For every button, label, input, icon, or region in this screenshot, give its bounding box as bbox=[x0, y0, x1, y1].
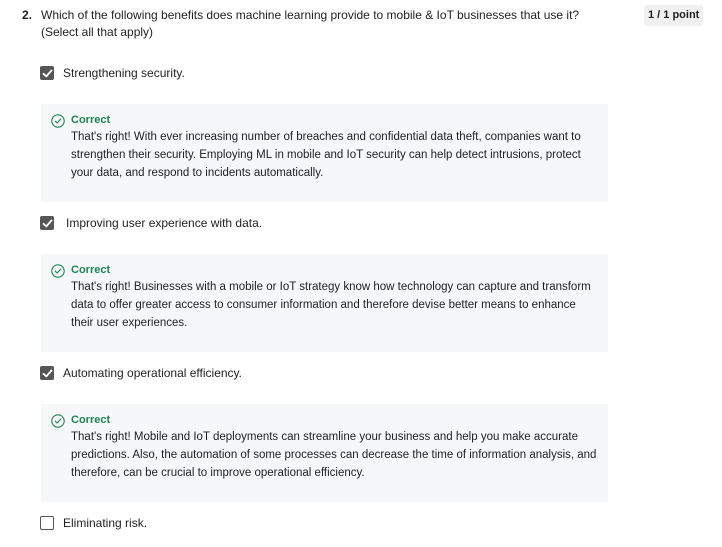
checkmark-icon bbox=[42, 219, 53, 228]
feedback-panel: Correct That's right! Mobile and IoT dep… bbox=[41, 404, 608, 502]
feedback-status: Correct bbox=[71, 114, 111, 126]
checkbox-checked[interactable] bbox=[40, 216, 54, 230]
option-automating-operational-efficiency[interactable]: Automating operational efficiency. bbox=[40, 366, 242, 380]
option-improving-user-experience[interactable]: Improving user experience with data. bbox=[40, 216, 262, 230]
option-label: Eliminating risk. bbox=[63, 516, 148, 530]
feedback-text: That's right! With ever increasing numbe… bbox=[71, 131, 581, 179]
checkbox-unchecked[interactable] bbox=[40, 516, 54, 530]
option-label: Improving user experience with data. bbox=[66, 216, 263, 230]
option-label: Automating operational efficiency. bbox=[63, 366, 242, 380]
option-eliminating-risk[interactable]: Eliminating risk. bbox=[40, 516, 147, 530]
checkbox-checked[interactable] bbox=[40, 66, 54, 80]
feedback-status: Correct bbox=[71, 264, 111, 276]
option-strengthening-security[interactable]: Strengthening security. bbox=[40, 66, 185, 80]
check-circle-icon bbox=[51, 264, 65, 278]
feedback-panel: Correct That's right! Businesses with a … bbox=[41, 254, 608, 352]
checkbox-checked[interactable] bbox=[40, 366, 54, 380]
check-circle-icon bbox=[51, 414, 65, 428]
feedback-text: That's right! Businesses with a mobile o… bbox=[71, 281, 591, 329]
feedback-panel: Correct That's right! With ever increasi… bbox=[41, 104, 608, 202]
question-number: 2. bbox=[22, 8, 33, 22]
points-badge: 1 / 1 point bbox=[644, 5, 704, 26]
feedback-status: Correct bbox=[71, 414, 111, 426]
feedback-text: That's right! Mobile and IoT deployments… bbox=[71, 431, 597, 479]
check-circle-icon bbox=[51, 114, 65, 128]
checkmark-icon bbox=[42, 69, 53, 78]
checkmark-icon bbox=[42, 369, 53, 378]
question-text: Which of the following benefits does mac… bbox=[41, 8, 580, 39]
option-label: Strengthening security. bbox=[63, 66, 185, 80]
